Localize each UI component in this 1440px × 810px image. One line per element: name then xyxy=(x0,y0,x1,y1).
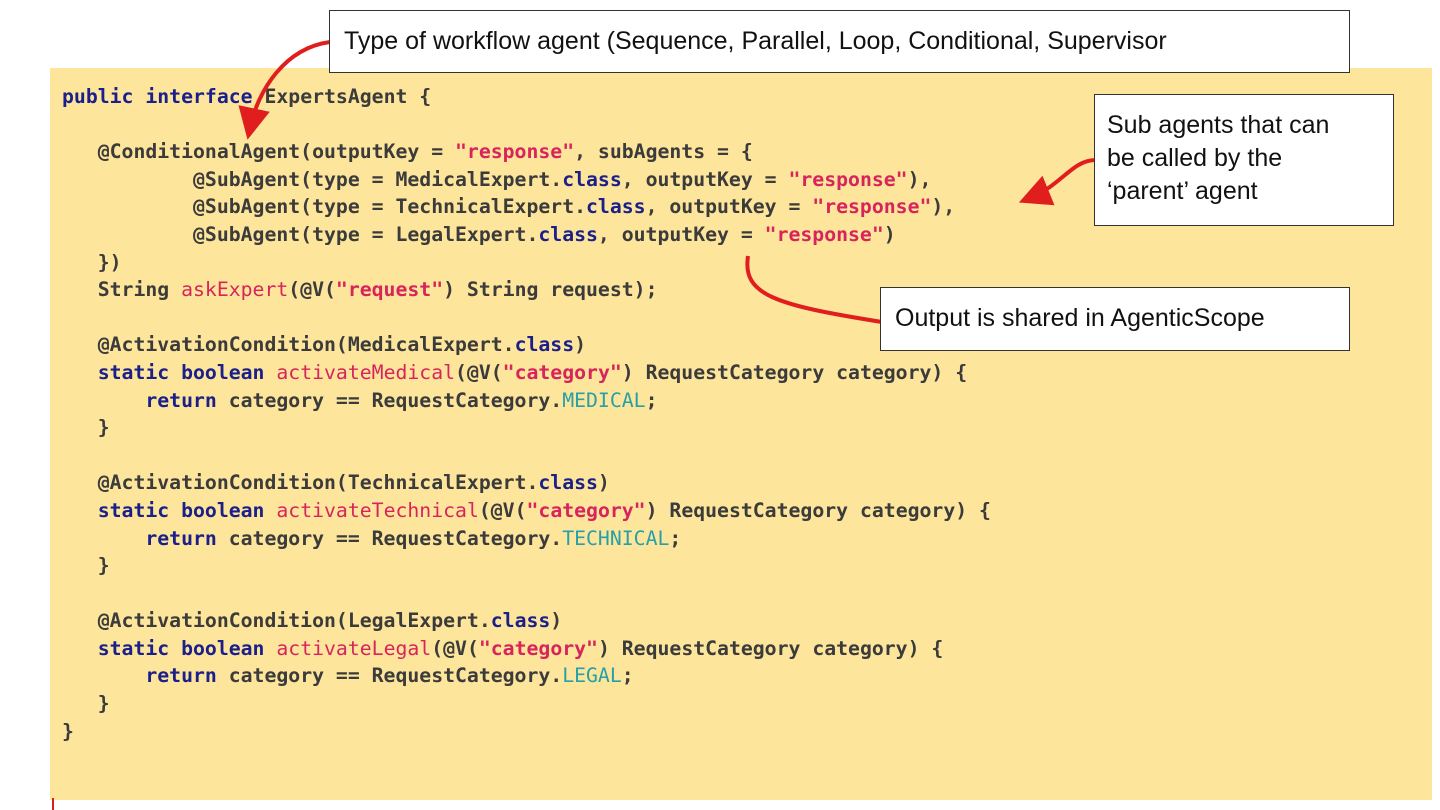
callout-sub-agents-line: ‘parent’ agent xyxy=(1107,177,1258,205)
callout-output-shared-text: Output is shared in AgenticScope xyxy=(895,304,1265,332)
callout-sub-agents: Sub agents that can be called by the ‘pa… xyxy=(1094,94,1394,226)
callout-workflow-type-text: Type of workflow agent (Sequence, Parall… xyxy=(344,27,1167,55)
callout-output-shared: Output is shared in AgenticScope xyxy=(880,287,1350,351)
arrow-workflow-type xyxy=(238,40,331,140)
callout-workflow-type: Type of workflow agent (Sequence, Parall… xyxy=(329,10,1350,73)
callout-sub-agents-line: be called by the xyxy=(1107,144,1283,172)
slide-edge-mark xyxy=(52,798,54,810)
callout-sub-agents-line: Sub agents that can xyxy=(1107,111,1330,139)
arrow-output-shared xyxy=(745,255,883,324)
arrow-sub-agents xyxy=(1018,158,1097,206)
